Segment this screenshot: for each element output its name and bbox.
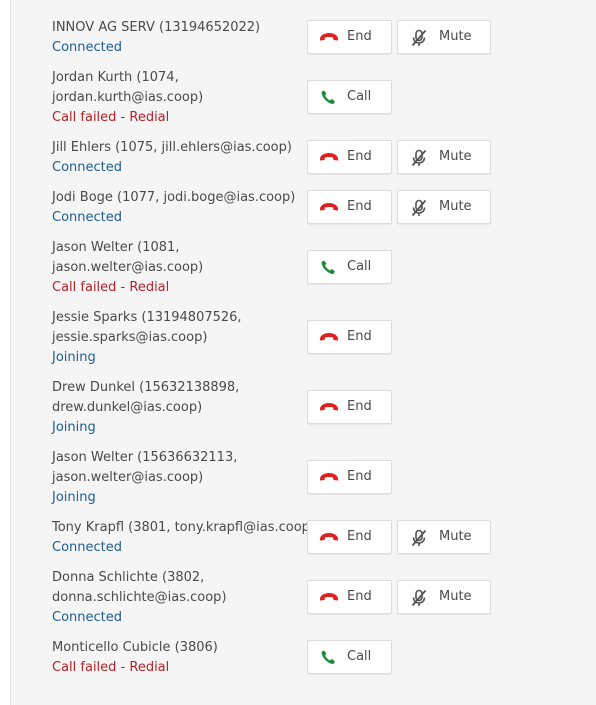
mute-microphone-icon	[410, 529, 428, 547]
participant-name: Tony Krapfl (3801, tony.krapfl@ias.coop)	[52, 520, 315, 535]
participant-info: Monticello Cubicle (3806) Call failed - R…	[52, 638, 302, 678]
mute-button[interactable]: Mute	[397, 140, 491, 174]
participant-name: Jodi Boge (1077, jodi.boge@ias.coop)	[52, 190, 296, 205]
participant-status[interactable]: Call failed - Redial	[52, 108, 302, 128]
hang-up-icon	[318, 529, 340, 545]
end-button-label: End	[347, 199, 372, 214]
participants-panel: INNOV AG SERV (13194652022) Connected End M…	[10, 0, 596, 705]
participant-info: Tony Krapfl (3801, tony.krapfl@ias.coop)…	[52, 518, 315, 558]
end-button[interactable]: End	[307, 140, 392, 174]
hang-up-icon	[318, 329, 340, 345]
end-button[interactable]: End	[307, 520, 392, 554]
end-button[interactable]: End	[307, 320, 392, 354]
participant-name: Donna Schlichte (3802,	[52, 570, 205, 585]
end-button-label: End	[347, 329, 372, 344]
participant-info: Jessie Sparks (13194807526, jessie.sparks…	[52, 308, 302, 368]
phone-icon	[318, 89, 340, 105]
mute-microphone-icon	[410, 149, 428, 167]
participant-name: jordan.kurth@ias.coop)	[52, 90, 204, 105]
participant-name: donna.schlichte@ias.coop)	[52, 590, 227, 605]
mute-microphone-icon	[410, 29, 428, 47]
end-button[interactable]: End	[307, 580, 392, 614]
participant-info: Jill Ehlers (1075, jill.ehlers@ias.coop)…	[52, 138, 302, 178]
end-button-label: End	[347, 149, 372, 164]
phone-icon	[318, 649, 340, 665]
participant-name: Drew Dunkel (15632138898,	[52, 380, 240, 395]
participant-status: Connected	[52, 610, 123, 625]
participant-name: jason.welter@ias.coop)	[52, 470, 204, 485]
participant-status: Connected	[52, 40, 123, 55]
end-button-label: End	[347, 399, 372, 414]
participant-status[interactable]: Call failed - Redial	[52, 278, 302, 298]
hang-up-icon	[318, 149, 340, 165]
call-button[interactable]: Call	[307, 250, 392, 284]
call-button-label: Call	[347, 259, 372, 274]
mute-microphone-icon	[410, 589, 428, 607]
end-button-label: End	[347, 469, 372, 484]
participant-info: Jordan Kurth (1074, jordan.kurth@ias.coop…	[52, 68, 302, 128]
participant-info: Drew Dunkel (15632138898, drew.dunkel@ias…	[52, 378, 302, 438]
hang-up-icon	[318, 199, 340, 215]
participant-name: Monticello Cubicle (3806)	[52, 640, 218, 655]
participant-status: Joining	[52, 420, 96, 435]
participant-status: Joining	[52, 490, 96, 505]
mute-microphone-icon	[410, 199, 428, 217]
participant-name: jessie.sparks@ias.coop)	[52, 330, 208, 345]
mute-button[interactable]: Mute	[397, 20, 491, 54]
participant-status: Connected	[52, 210, 123, 225]
call-button-label: Call	[347, 89, 372, 104]
participant-status[interactable]: Call failed - Redial	[52, 658, 302, 678]
participant-name: INNOV AG SERV (13194652022)	[52, 20, 261, 35]
participant-name: Jason Welter (15636632113,	[52, 450, 238, 465]
mute-button[interactable]: Mute	[397, 580, 491, 614]
call-button-label: Call	[347, 649, 372, 664]
participant-name: jason.welter@ias.coop)	[52, 260, 204, 275]
participant-name: Jordan Kurth (1074,	[52, 70, 179, 85]
call-button[interactable]: Call	[307, 80, 392, 114]
participant-name: Jason Welter (1081,	[52, 240, 180, 255]
end-button[interactable]: End	[307, 390, 392, 424]
end-button[interactable]: End	[307, 460, 392, 494]
end-button-label: End	[347, 29, 372, 44]
mute-button-label: Mute	[439, 589, 472, 604]
mute-button-label: Mute	[439, 529, 472, 544]
participant-info: Jason Welter (15636632113, jason.welter@i…	[52, 448, 302, 508]
end-button-label: End	[347, 589, 372, 604]
participant-name: drew.dunkel@ias.coop)	[52, 400, 203, 415]
call-button[interactable]: Call	[307, 640, 392, 674]
end-button[interactable]: End	[307, 20, 392, 54]
participant-status: Joining	[52, 350, 96, 365]
mute-button-label: Mute	[439, 149, 472, 164]
hang-up-icon	[318, 589, 340, 605]
phone-icon	[318, 259, 340, 275]
participant-name: Jessie Sparks (13194807526,	[52, 310, 242, 325]
participant-info: Donna Schlichte (3802, donna.schlichte@ia…	[52, 568, 302, 628]
participant-name: Jill Ehlers (1075, jill.ehlers@ias.coop)	[52, 140, 292, 155]
participant-info: Jodi Boge (1077, jodi.boge@ias.coop) Conn…	[52, 188, 302, 228]
participant-status: Connected	[52, 160, 123, 175]
participant-info: Jason Welter (1081, jason.welter@ias.coop…	[52, 238, 302, 298]
end-button-label: End	[347, 529, 372, 544]
mute-button[interactable]: Mute	[397, 190, 491, 224]
mute-button-label: Mute	[439, 29, 472, 44]
hang-up-icon	[318, 29, 340, 45]
mute-button-label: Mute	[439, 199, 472, 214]
end-button[interactable]: End	[307, 190, 392, 224]
participant-info: INNOV AG SERV (13194652022) Connected	[52, 18, 302, 58]
hang-up-icon	[318, 469, 340, 485]
participant-status: Connected	[52, 540, 123, 555]
hang-up-icon	[318, 399, 340, 415]
mute-button[interactable]: Mute	[397, 520, 491, 554]
